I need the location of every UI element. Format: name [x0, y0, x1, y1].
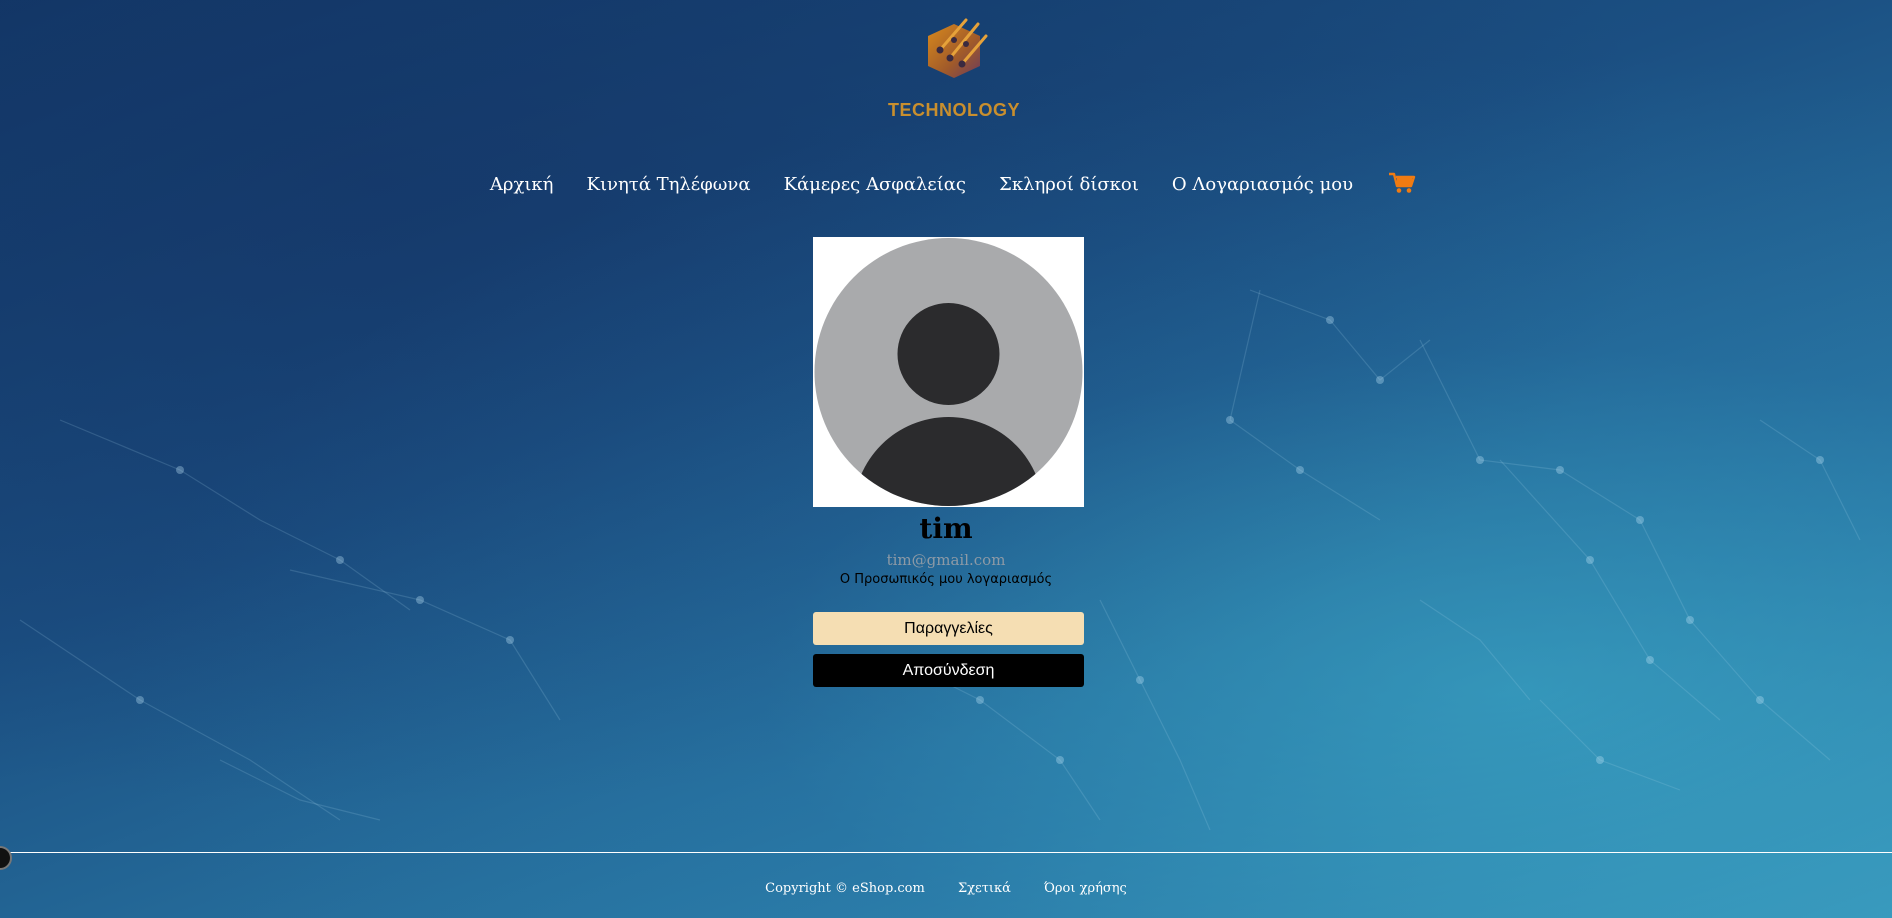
logout-button[interactable]: Αποσύνδεση	[813, 654, 1084, 687]
profile-username: tim	[919, 512, 973, 545]
nav-item-my-account[interactable]: Ο Λογαριασμός μου	[1172, 170, 1353, 200]
nav-item-hard-drives[interactable]: Σκληροί δίσκοι	[999, 170, 1139, 200]
cart-icon[interactable]	[1388, 172, 1416, 198]
nav-item-security-cameras[interactable]: Κάμερες Ασφαλείας	[784, 170, 966, 200]
main-nav: Αρχική Κινητά Τηλέφωνα Κάμερες Ασφαλείας…	[0, 170, 1892, 200]
orders-button[interactable]: Παραγγελίες	[813, 612, 1084, 645]
footer-copyright: Copyright © eShop.com	[765, 881, 925, 896]
profile-email: tim@gmail.com	[886, 551, 1006, 569]
default-avatar-icon	[814, 238, 1083, 506]
logo[interactable]: TECHNOLOGY	[888, 14, 1021, 121]
logo-chip-icon	[928, 18, 988, 78]
footer: Copyright © eShop.com Σχετικά Όροι χρήση…	[0, 877, 1892, 896]
nav-item-mobile-phones[interactable]: Κινητά Τηλέφωνα	[587, 170, 751, 200]
profile-subtitle: Ο Προσωπικός μου λογαριασμός	[839, 572, 1053, 587]
footer-link-about[interactable]: Σχετικά	[958, 881, 1011, 896]
footer-divider	[0, 852, 1892, 853]
profile-avatar	[813, 237, 1084, 507]
footer-link-terms[interactable]: Όροι χρήσης	[1044, 881, 1127, 896]
logo-text: TECHNOLOGY	[888, 100, 1021, 120]
nav-item-home[interactable]: Αρχική	[490, 170, 554, 200]
